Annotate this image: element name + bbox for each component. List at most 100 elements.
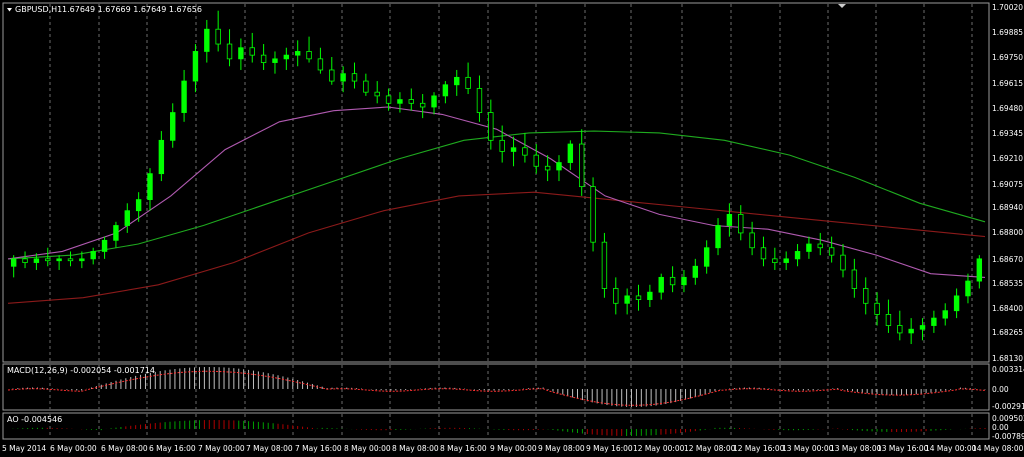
- time-tick: 14 May 08:00: [972, 444, 1024, 453]
- price-tick: 1.68130: [992, 354, 1023, 363]
- bear-candle: [260, 54, 267, 63]
- time-tick: 9 May 08:00: [538, 444, 585, 453]
- bear-candle: [522, 147, 528, 156]
- bear-candle: [488, 112, 494, 141]
- time-tick: 13 May 00:00: [782, 444, 834, 453]
- bear-candle: [817, 243, 823, 249]
- time-tick: 12 May 16:00: [733, 444, 785, 453]
- price-tick: 1.69075: [992, 180, 1023, 189]
- time-tick: 13 May 08:00: [830, 444, 882, 453]
- ao-panel[interactable]: [2, 412, 990, 440]
- price-tick: 1.68400: [992, 304, 1023, 313]
- bear-candle: [635, 295, 642, 300]
- time-tick: 6 May 00:00: [50, 444, 97, 453]
- bear-candle: [533, 154, 539, 167]
- bull-candle: [703, 247, 710, 267]
- bull-candle: [908, 328, 914, 334]
- bear-candle: [613, 288, 619, 304]
- bull-candle: [397, 99, 403, 104]
- time-tick: 8 May 16:00: [440, 444, 487, 453]
- time-tick: 7 May 08:00: [246, 444, 293, 453]
- bear-candle: [476, 88, 483, 113]
- bull-candle: [90, 251, 96, 260]
- bull-candle: [33, 258, 40, 263]
- price-tick: 1.68800: [992, 228, 1023, 237]
- price-tick: 1.69615: [992, 79, 1023, 88]
- ohlc-readout: 1.67649 1.67669 1.67649 1.67656: [62, 5, 202, 14]
- bull-candle: [238, 47, 244, 60]
- bull-candle: [965, 280, 971, 297]
- price-tick: 1.69210: [992, 154, 1023, 163]
- bull-candle: [942, 310, 948, 319]
- price-tick: 1.70020: [992, 3, 1023, 12]
- time-tick: 14 May 00:00: [925, 444, 977, 453]
- trading-chart[interactable]: GBPUSD,H1 1.67649 1.67669 1.67649 1.6765…: [0, 0, 1024, 457]
- bear-candle: [317, 58, 324, 71]
- bull-candle: [794, 251, 801, 260]
- bull-candle: [976, 258, 983, 282]
- bull-candle: [556, 162, 562, 171]
- bear-candle: [669, 276, 676, 286]
- time-tick: 12 May 08:00: [684, 444, 736, 453]
- price-tick: 1.69750: [992, 53, 1023, 62]
- bull-candle: [283, 54, 290, 60]
- ao-tick: 0.00: [992, 423, 1009, 432]
- bull-candle: [442, 84, 449, 97]
- symbol-label: GBPUSD,H1: [15, 5, 62, 14]
- macd-tick: 0.00: [992, 385, 1009, 394]
- bull-candle: [147, 173, 153, 200]
- bull-candle: [192, 51, 199, 82]
- bear-candle: [601, 241, 608, 289]
- bear-candle: [579, 143, 585, 188]
- bull-candle: [567, 143, 574, 163]
- bull-candle: [113, 225, 119, 241]
- price-tick: 1.68265: [992, 328, 1023, 337]
- bull-candle: [681, 276, 687, 286]
- bear-candle: [306, 51, 312, 60]
- bear-candle: [738, 214, 744, 234]
- bear-candle: [828, 247, 835, 256]
- bear-candle: [329, 69, 335, 82]
- price-tick: 1.69885: [992, 28, 1023, 37]
- bear-candle: [544, 165, 551, 171]
- bull-candle: [56, 258, 62, 262]
- bear-candle: [885, 314, 892, 326]
- bear-candle: [351, 73, 358, 82]
- bull-candle: [158, 139, 165, 175]
- bear-candle: [249, 47, 255, 56]
- time-tick: 6 May 08:00: [101, 444, 148, 453]
- time-tick: 7 May 16:00: [295, 444, 342, 453]
- bear-candle: [226, 43, 233, 60]
- bull-candle: [726, 214, 733, 226]
- bear-candle: [851, 269, 858, 289]
- price-tick: 1.68535: [992, 279, 1023, 288]
- time-axis: 5 May 2014 6 May 00:00 6 May 08:00 6 May…: [2, 444, 1024, 453]
- price-tick: 1.68670: [992, 255, 1023, 264]
- time-tick: 13 May 16:00: [877, 444, 929, 453]
- bear-candle: [760, 247, 767, 260]
- time-tick: 12 May 00:00: [633, 444, 685, 453]
- time-tick: 9 May 00:00: [490, 444, 537, 453]
- bear-candle: [45, 258, 51, 262]
- bull-candle: [783, 258, 789, 263]
- bull-candle: [431, 95, 437, 108]
- bear-candle: [590, 186, 596, 243]
- ao-tick: -0.00789: [992, 432, 1024, 441]
- bull-candle: [79, 258, 85, 262]
- bear-candle: [215, 28, 221, 45]
- bull-candle: [340, 73, 346, 82]
- bull-candle: [919, 325, 926, 330]
- bull-candle: [806, 243, 812, 252]
- bull-candle: [181, 80, 187, 113]
- bear-candle: [874, 302, 880, 315]
- time-tick: 7 May 00:00: [198, 444, 245, 453]
- bear-candle: [363, 80, 369, 93]
- bear-candle: [499, 139, 505, 152]
- macd-tick: 0.003314: [992, 365, 1024, 374]
- bear-candle: [772, 258, 778, 263]
- bull-candle: [692, 265, 699, 278]
- bear-candle: [374, 91, 380, 97]
- macd-tick: -0.00291: [992, 402, 1024, 411]
- bull-candle: [454, 76, 460, 86]
- bear-candle: [863, 288, 869, 304]
